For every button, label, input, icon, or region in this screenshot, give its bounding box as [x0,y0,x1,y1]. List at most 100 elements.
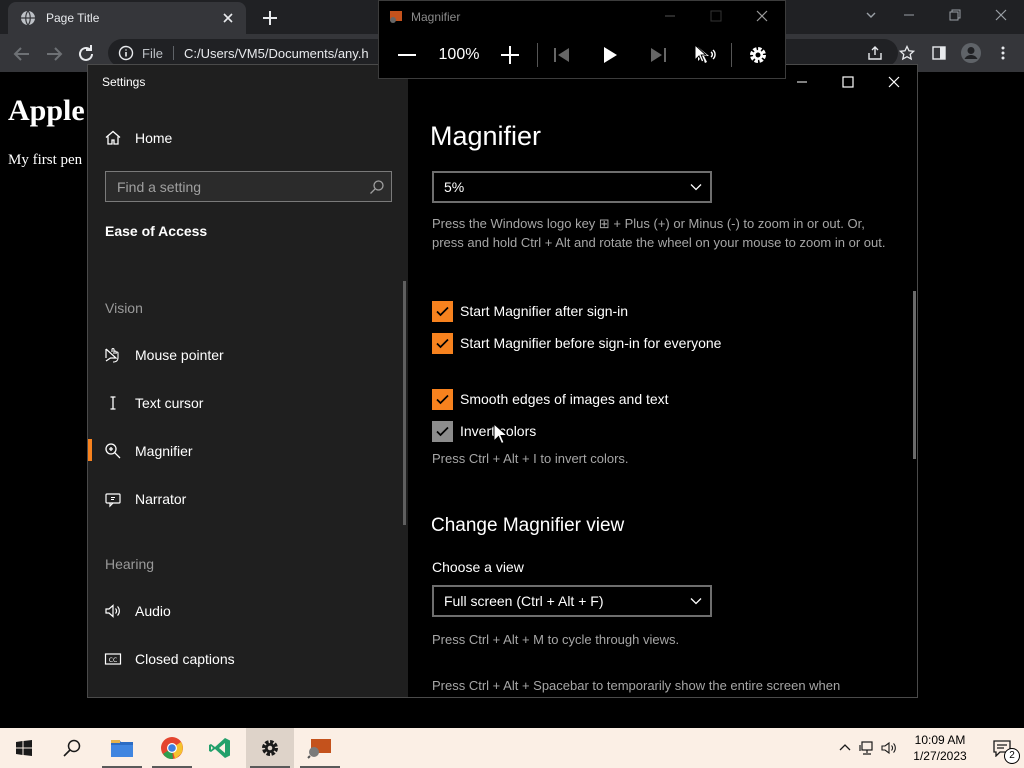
checkbox-box[interactable] [432,420,453,442]
chevron-down-icon [690,181,702,193]
settings-sidebar: Settings Home Ease of Access Vision Mous… [88,65,408,697]
gear-icon[interactable] [744,41,772,69]
checkbox-smooth-edges[interactable]: Smooth edges of images and text [432,388,669,410]
address-url[interactable]: C:/Users/VM5/Documents/any.h [184,46,369,61]
start-windows-icon[interactable] [0,728,48,768]
share-icon[interactable] [862,40,888,66]
svg-text:CC: CC [109,657,117,664]
magnifier-title: Magnifier [411,10,461,24]
mouse-cursor-icon [493,423,509,445]
browser-close-icon[interactable] [978,0,1024,30]
system-clock[interactable]: 10:09 AM 1/27/2023 [900,732,980,764]
closed-captions-icon: CC [104,650,122,668]
page-heading: Apple [8,94,85,127]
search-icon[interactable] [369,179,385,195]
bookmark-star-icon[interactable] [894,40,920,66]
magnifier-window-controls [647,1,785,31]
new-tab-icon[interactable] [258,6,282,30]
side-panel-icon[interactable] [926,40,952,66]
tab-search-chevron-icon[interactable] [856,0,886,30]
zoom-out-icon[interactable] [393,41,421,69]
content-scrollbar[interactable] [913,291,916,459]
back-arrow-icon[interactable] [10,42,34,66]
volume-icon[interactable] [878,728,900,768]
zoom-help-text: Press the Windows logo key ⊞ + Plus (+) … [432,216,886,250]
sidebar-item-narrator[interactable]: Narrator [88,479,408,519]
tab-close-icon[interactable] [220,10,236,26]
play-icon[interactable] [596,41,624,69]
zoom-in-icon[interactable] [496,41,524,69]
forward-arrow-icon[interactable] [42,42,66,66]
mouse-cursor-icon [694,44,708,63]
checkbox-start-after-signin[interactable]: Start Magnifier after sign-in [432,300,628,322]
settings-window: Settings Home Ease of Access Vision Mous… [87,64,918,698]
zoom-increment-dropdown[interactable]: 5% [432,171,712,203]
text-cursor-icon [104,394,122,412]
sidebar-item-audio[interactable]: Audio [88,591,408,631]
search-input[interactable] [106,172,356,201]
view-label: Choose a view [432,559,524,575]
sidebar-item-closed-captions[interactable]: CC Closed captions [88,639,408,679]
chrome-icon[interactable] [148,728,196,768]
view-help-text-2: Press Ctrl + Alt + Spacebar to temporari… [432,678,841,693]
checkbox-start-before-signin[interactable]: Start Magnifier before sign-in for every… [432,332,721,354]
address-scheme-label: File [142,45,163,61]
checkbox-label: Start Magnifier after sign-in [460,303,629,319]
profile-avatar-icon[interactable] [958,40,984,66]
settings-search[interactable] [105,171,392,202]
sidebar-item-label: Home [135,130,173,146]
view-dropdown[interactable]: Full screen (Ctrl + Alt + F) [432,585,712,617]
sidebar-section-title: Ease of Access [105,223,208,239]
address-separator [172,46,174,60]
next-paragraph-icon[interactable] [644,41,672,69]
invert-help-text: Press Ctrl + Alt + I to invert colors. [432,451,629,466]
sidebar-item-label: Narrator [135,491,187,507]
search-icon[interactable] [48,728,96,768]
settings-window-title: Settings [102,75,146,89]
previous-paragraph-icon[interactable] [548,41,576,69]
checkbox-box[interactable] [432,300,453,322]
sidebar-scrollbar[interactable] [403,281,406,525]
magnifier-minimize-icon[interactable] [647,1,693,31]
audio-icon [104,602,122,620]
browser-minimize-icon[interactable] [886,0,932,30]
narrator-icon [104,490,122,508]
browser-menu-icon[interactable] [990,40,1016,66]
sidebar-item-label: Audio [135,603,171,619]
browser-restore-icon[interactable] [932,0,978,30]
magnifier-icon [104,442,122,460]
settings-content: Magnifier 5% Press the Windows logo key … [408,65,917,697]
network-icon[interactable] [856,728,878,768]
tab-title: Page Title [46,11,100,25]
browser-tab[interactable]: Page Title [8,2,246,34]
chevron-up-icon[interactable] [834,728,856,768]
clock-date: 1/27/2023 [913,749,967,763]
notification-center-icon[interactable]: 2 [980,728,1024,768]
info-icon[interactable] [118,45,134,61]
section-heading: Change Magnifier view [431,515,625,536]
settings-gear-icon[interactable] [246,728,294,768]
sidebar-item-magnifier[interactable]: Magnifier [88,431,408,471]
settings-close-icon[interactable] [871,67,917,97]
checkbox-label: Smooth edges of images and text [460,391,669,407]
page-paragraph: My first pen [8,152,83,168]
settings-maximize-icon[interactable] [825,67,871,97]
checkbox-invert-colors[interactable]: Invert colors [432,420,536,442]
sidebar-group-hearing: Hearing [105,556,155,572]
reload-icon[interactable] [74,42,98,66]
visual-studio-icon[interactable] [196,728,244,768]
browser-window-controls [856,0,1024,34]
file-explorer-icon[interactable] [98,728,146,768]
sidebar-item-home[interactable]: Home [88,118,408,158]
checkbox-box[interactable] [432,388,453,410]
magnifier-close-icon[interactable] [739,1,785,31]
sidebar-item-mouse-pointer[interactable]: Mouse pointer [88,335,408,375]
magnifier-app-icon [389,10,403,24]
checkbox-box[interactable] [432,332,453,354]
magnifier-maximize-icon[interactable] [693,1,739,31]
taskbar: 10:09 AM 1/27/2023 2 [0,728,1024,768]
sidebar-item-label: Text cursor [135,395,204,411]
sidebar-item-text-cursor[interactable]: Text cursor [88,383,408,423]
magnifier-app-icon[interactable] [296,728,344,768]
view-help-text: Press Ctrl + Alt + M to cycle through vi… [432,632,680,647]
